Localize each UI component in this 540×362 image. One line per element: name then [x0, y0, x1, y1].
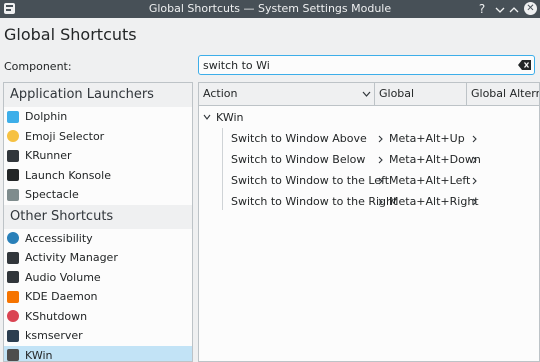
- component-item-activity-manager[interactable]: Activity Manager: [4, 248, 192, 268]
- column-header-global-alternate[interactable]: Global Alternate: [467, 83, 540, 105]
- table-header: Action Global Global Alternate: [199, 83, 539, 106]
- chevron-up-icon: [509, 7, 519, 13]
- component-item-emoji-selector[interactable]: Emoji Selector: [4, 127, 192, 147]
- chevron-right-icon[interactable]: [472, 156, 477, 164]
- component-label: Component:: [4, 60, 72, 73]
- component-item-accessibility[interactable]: Accessibility: [4, 229, 192, 249]
- component-item-label: Activity Manager: [25, 248, 118, 268]
- dolphin-icon: [7, 111, 19, 123]
- component-item-label: Launch Konsole: [25, 166, 111, 186]
- global-shortcut[interactable]: Meta+Alt+Down: [389, 149, 481, 170]
- table-row[interactable]: Switch to Window Below Meta+Alt+Down: [199, 149, 539, 170]
- activity-manager-icon: [7, 252, 19, 264]
- chevron-down-icon: [495, 7, 505, 13]
- maximize-button[interactable]: [506, 1, 522, 17]
- window-title: Global Shortcuts — System Settings Modul…: [0, 0, 540, 18]
- close-button[interactable]: ✕: [524, 2, 537, 15]
- component-item-ksmserver[interactable]: ksmserver: [4, 326, 192, 346]
- page-title: Global Shortcuts: [4, 25, 137, 44]
- group-header: Application Launchers: [4, 83, 192, 107]
- kde-daemon-icon: [7, 291, 19, 303]
- component-item-kwin[interactable]: KWin: [4, 346, 192, 362]
- action-name: Switch to Window Below: [231, 149, 365, 170]
- component-item-label: KShutdown: [25, 307, 87, 327]
- audio-volume-icon: [7, 271, 19, 283]
- component-item-dolphin[interactable]: Dolphin: [4, 107, 192, 127]
- konsole-icon: [7, 169, 19, 181]
- tree-group-label: KWin: [216, 107, 243, 128]
- component-item-label: Dolphin: [25, 107, 67, 127]
- krunner-icon: [7, 150, 19, 162]
- chevron-right-icon[interactable]: [472, 198, 477, 206]
- component-search[interactable]: [198, 55, 535, 75]
- column-header-action[interactable]: Action: [199, 83, 375, 105]
- chevron-right-icon[interactable]: [472, 177, 477, 185]
- component-item-kshutdown[interactable]: KShutdown: [4, 307, 192, 327]
- action-name: Switch to Window Above: [231, 128, 367, 149]
- group-header: Other Shortcuts: [4, 205, 192, 229]
- chevron-right-icon[interactable]: [472, 135, 477, 143]
- emoji-icon: [7, 130, 19, 142]
- component-item-kde-daemon[interactable]: KDE Daemon: [4, 287, 192, 307]
- component-item-launch-konsole[interactable]: Launch Konsole: [4, 166, 192, 186]
- table-row[interactable]: Switch to Window Above Meta+Alt+Up: [199, 128, 539, 149]
- component-item-label: Audio Volume: [25, 268, 101, 288]
- chevron-right-icon[interactable]: [378, 177, 383, 185]
- component-item-label: KRunner: [25, 146, 72, 166]
- global-shortcut[interactable]: Meta+Alt+Left: [389, 170, 470, 191]
- chevron-down-icon[interactable]: [362, 91, 371, 97]
- component-item-spectacle[interactable]: Spectacle: [4, 185, 192, 205]
- chevron-right-icon[interactable]: [378, 156, 383, 164]
- component-item-label: KDE Daemon: [25, 287, 98, 307]
- table-row[interactable]: Switch to Window to the RightMeta+Alt+Ri…: [199, 191, 539, 212]
- action-name: Switch to Window to the Left: [231, 170, 389, 191]
- shortcut-table[interactable]: Action Global Global Alternate KWin Swit…: [198, 82, 540, 362]
- global-shortcut[interactable]: Meta+Alt+Up: [389, 128, 465, 149]
- component-item-label: KWin: [25, 346, 52, 362]
- clear-icon[interactable]: [518, 60, 531, 70]
- component-item-label: Spectacle: [25, 185, 79, 205]
- search-input[interactable]: [203, 57, 503, 73]
- chevron-down-icon[interactable]: [203, 114, 211, 120]
- component-item-label: Accessibility: [25, 229, 93, 249]
- spectacle-icon: [7, 189, 19, 201]
- action-name: Switch to Window to the Right: [231, 191, 397, 212]
- help-button[interactable]: ?: [474, 1, 490, 17]
- global-shortcut[interactable]: Meta+Alt+Right: [389, 191, 479, 212]
- table-row[interactable]: Switch to Window to the LeftMeta+Alt+Lef…: [199, 170, 539, 191]
- component-item-krunner[interactable]: KRunner: [4, 146, 192, 166]
- kshutdown-icon: [7, 310, 19, 322]
- chevron-right-icon[interactable]: [378, 198, 383, 206]
- component-item-audio-volume[interactable]: Audio Volume: [4, 268, 192, 288]
- kwin-icon: [7, 349, 19, 361]
- chevron-right-icon[interactable]: [378, 135, 383, 143]
- column-header-global[interactable]: Global: [375, 83, 467, 105]
- accessibility-icon: [7, 232, 19, 244]
- tree-group-row[interactable]: KWin: [199, 107, 539, 128]
- component-item-label: ksmserver: [25, 326, 83, 346]
- component-item-label: Emoji Selector: [25, 127, 104, 147]
- ksmserver-icon: [7, 330, 19, 342]
- component-list[interactable]: Application LaunchersDolphinEmoji Select…: [3, 82, 193, 362]
- window-titlebar[interactable]: Global Shortcuts — System Settings Modul…: [0, 0, 540, 18]
